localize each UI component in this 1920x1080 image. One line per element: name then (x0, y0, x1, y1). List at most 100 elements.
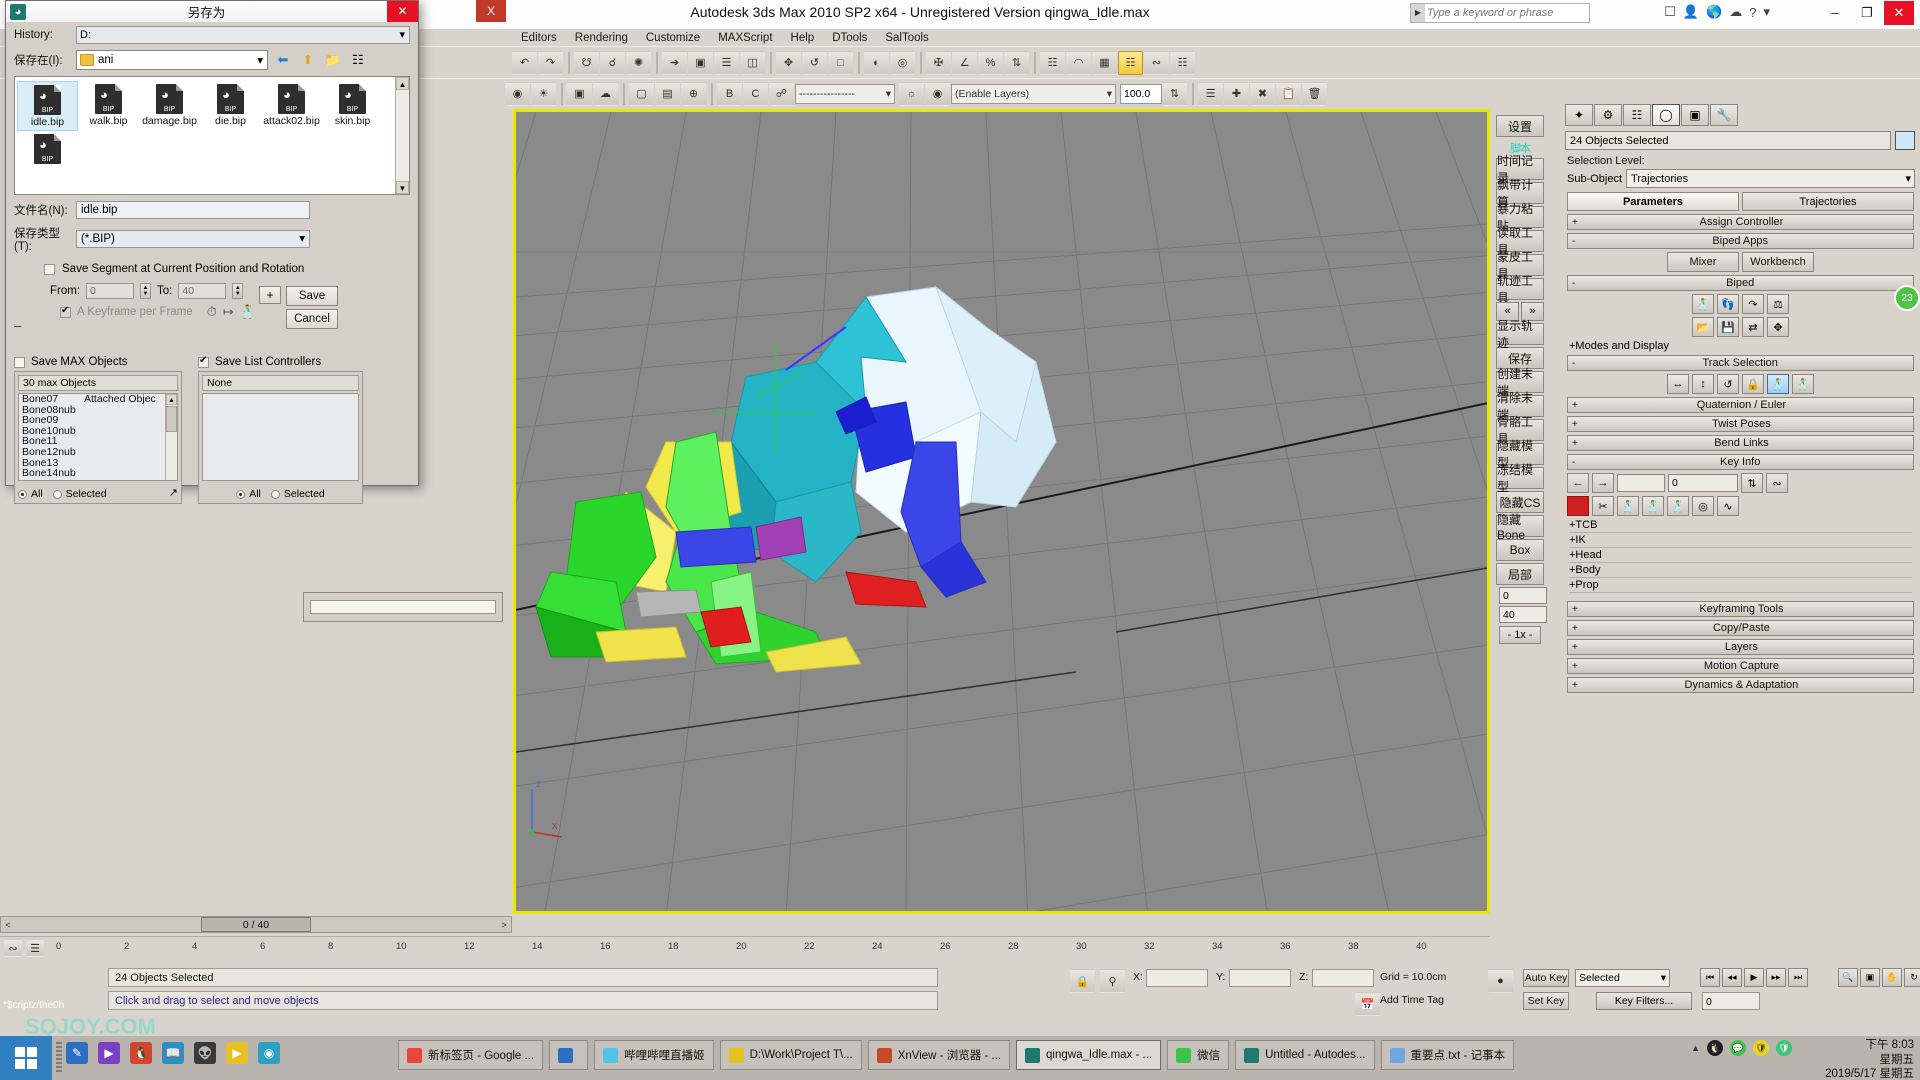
percent-spinner-icon[interactable]: ⇅ (1162, 81, 1187, 106)
script-button-box[interactable]: Box (1496, 539, 1544, 561)
lock-com-keying-icon[interactable]: 🔒 (1742, 374, 1764, 394)
player-icon[interactable]: ▶ (226, 1042, 248, 1064)
create-layer-icon[interactable]: ▢ (629, 81, 654, 106)
taskbar-item[interactable]: XnView - 浏览器 - ... (867, 1040, 1011, 1070)
taskbar-item[interactable]: 哔哩哔哩直播姬 (594, 1040, 714, 1070)
save-button[interactable]: Save (286, 286, 338, 306)
keyframe-per-frame-checkbox[interactable] (60, 305, 71, 318)
key-info-sub-ik[interactable]: +IK (1569, 534, 1912, 548)
track-bar-ruler[interactable]: ∾ ☰ 0 2 4 6 8 10 12 14 16 18 20 22 24 26 28 30 32 34 36 38 4… (0, 936, 1490, 964)
keyframe-clock-icon[interactable]: ⏱ (207, 304, 217, 320)
keyframe-biped-icon[interactable]: 🕺 (240, 304, 256, 320)
save-file-icon[interactable]: 💾 (1717, 317, 1739, 337)
chevron-down-icon[interactable]: ▾ (1107, 88, 1112, 100)
script-settings-button[interactable]: 设置 (1496, 115, 1544, 137)
file-item[interactable]: ◕ BIP idle.bip (17, 81, 78, 131)
mixer-mode-icon[interactable]: ⚖ (1767, 294, 1789, 314)
menu-item-saltools[interactable]: SalTools (876, 32, 937, 44)
filter-keys-icon[interactable]: ☰ (26, 939, 44, 957)
history-combo[interactable]: D: ▾ (76, 26, 410, 44)
layer-copy-icon[interactable]: 📋 (1276, 81, 1301, 106)
script-x1-button[interactable]: - 1x - (1499, 626, 1541, 644)
save-list-controllers-checkbox[interactable] (198, 355, 209, 368)
window-crossing-icon[interactable]: ◫ (740, 50, 765, 75)
menu-item-rendering[interactable]: Rendering (566, 32, 637, 44)
material-editor-icon[interactable]: ◉ (505, 81, 530, 106)
select-by-name-icon[interactable]: ☰ (714, 50, 739, 75)
chevron-down-icon[interactable]: ▾ (1661, 972, 1666, 984)
figure-mode-icon[interactable]: 🕺 (1692, 294, 1714, 314)
lock-selection-icon[interactable]: 🔒 (1070, 969, 1095, 993)
close-button[interactable]: ✕ (1884, 1, 1914, 25)
link-chain-icon[interactable]: ☍ (769, 81, 794, 106)
select-scale-icon[interactable]: □ (828, 50, 853, 75)
clock[interactable]: 下午 8:03 星期五 2019/5/17 星期五 (1825, 1038, 1914, 1080)
keyword-search-box[interactable]: ▶ (1410, 3, 1590, 23)
go-to-start-icon[interactable]: ⏮ (1700, 968, 1720, 987)
chevron-down-icon[interactable]: ▾ (1905, 170, 1911, 188)
file-item[interactable]: ◕ BIP die.bip (200, 81, 261, 131)
taskbar-item[interactable] (549, 1040, 589, 1070)
dict-icon[interactable]: 📖 (162, 1042, 184, 1064)
select-pivot-icon[interactable]: ◎ (1692, 496, 1714, 516)
scrollbar-thumb[interactable] (166, 406, 177, 432)
media-icon[interactable]: ▶ (98, 1042, 120, 1064)
shield-green-icon[interactable]: 🛡 (1753, 1040, 1769, 1056)
perspective-viewport[interactable]: Z X (513, 109, 1490, 914)
render-frame-icon[interactable]: ▣ (567, 81, 592, 106)
layer-remove-icon[interactable]: ✖ (1250, 81, 1275, 106)
taskbar-item[interactable]: Untitled - Autodes... (1235, 1040, 1375, 1070)
maximize-button[interactable]: ❐ (1852, 1, 1882, 25)
chevron-down-icon[interactable]: ▾ (299, 231, 305, 248)
chevron-down-icon[interactable]: ▾ (257, 53, 263, 67)
percent-snap-icon[interactable]: % (978, 50, 1003, 75)
taskbar-item[interactable]: 微信 (1167, 1040, 1230, 1070)
enable-layers-combo[interactable]: (Enable Layers) ▾ (951, 83, 1116, 104)
animation-mode-combo[interactable]: Selected ▾ (1575, 969, 1670, 987)
next-key-icon[interactable]: → (1592, 473, 1614, 493)
utilities-icon[interactable]: 🔧 (1710, 104, 1738, 126)
orbit-icon[interactable]: ↻ (1904, 968, 1920, 987)
notepad-icon[interactable]: ✎ (66, 1042, 88, 1064)
zoom-all-icon[interactable]: ▣ (1860, 968, 1880, 987)
key-filters-button[interactable]: Key Filters... (1596, 992, 1692, 1010)
motion-icon[interactable]: ◯ (1652, 104, 1680, 126)
script-to-field[interactable]: 40 (1499, 606, 1547, 623)
redo-icon[interactable]: ↷ (538, 50, 563, 75)
taskbar-item[interactable]: 新标签页 - Google ... (398, 1040, 544, 1070)
browser-icon[interactable]: ◉ (258, 1042, 280, 1064)
pan-icon[interactable]: ✋ (1882, 968, 1902, 987)
angle-snap-icon[interactable]: ∠ (952, 50, 977, 75)
layer-delete-icon[interactable]: 🗑 (1302, 81, 1327, 106)
up-folder-icon[interactable]: ⬆ (298, 50, 318, 70)
bone-list-row[interactable]: Bone14nub (19, 468, 177, 479)
chevron-down-icon[interactable]: ▾ (886, 88, 891, 100)
display-icon[interactable]: ▣ (1681, 104, 1709, 126)
max-objects-radio-selected[interactable]: Selected (52, 488, 107, 500)
floating-text-field[interactable] (310, 600, 496, 614)
auto-key-button[interactable]: Auto Key (1523, 969, 1569, 987)
set-sliding-key-icon[interactable]: 🕺 (1642, 496, 1664, 516)
radio-selected-icon[interactable] (270, 489, 280, 499)
from-field[interactable]: 0 (86, 283, 135, 299)
previous-key-icon[interactable]: ← (1567, 473, 1589, 493)
reference-coord-icon[interactable]: ◐ (864, 50, 889, 75)
shield-guard-icon[interactable]: 🛡 (1776, 1040, 1792, 1056)
max-objects-radio-all[interactable]: All (18, 488, 43, 500)
filetype-combo[interactable]: (*.BIP) ▾ (76, 230, 310, 248)
help-icon[interactable]: ? (1749, 5, 1756, 20)
open-mini-curve-editor-icon[interactable]: ∾ (4, 939, 22, 957)
select-rotate-icon[interactable]: ↺ (802, 50, 827, 75)
qq-penguin-icon[interactable]: 🐧 (1707, 1040, 1723, 1056)
modes-and-display-label[interactable]: +Modes and Display (1569, 340, 1920, 352)
edit-named-selection-icon[interactable]: ☷ (1040, 50, 1065, 75)
rollout-copy-paste[interactable]: + Copy/Paste (1567, 620, 1914, 636)
menu-item-help[interactable]: Help (782, 32, 824, 44)
current-frame-field[interactable]: 0 (1702, 992, 1760, 1010)
floating-badge-icon[interactable]: 23 (1894, 285, 1920, 311)
menu-item-editors[interactable]: Editors (512, 32, 566, 44)
scroll-up-icon[interactable]: ▲ (166, 394, 177, 405)
z-coord-field[interactable] (1312, 969, 1374, 987)
set-free-key-icon[interactable]: 🕺 (1667, 496, 1689, 516)
floating-field-strip[interactable] (303, 592, 503, 622)
